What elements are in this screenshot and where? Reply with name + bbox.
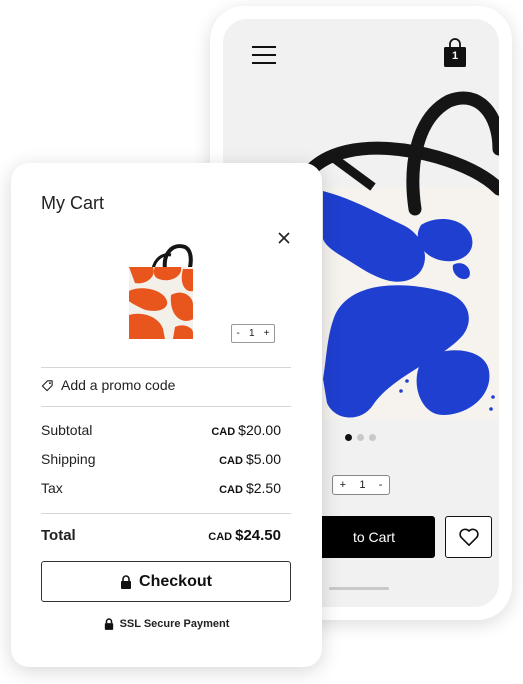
total-label: Total [41, 527, 76, 544]
amount: $2.50 [245, 480, 281, 496]
quantity-stepper: + 1 - [332, 475, 390, 495]
increment-button[interactable]: + [264, 328, 270, 339]
cart-title: My Cart [41, 193, 104, 213]
promo-code-label: Add a promo code [61, 377, 176, 393]
currency-code: CAD [219, 455, 243, 467]
secure-payment-note: SSL Secure Payment [11, 618, 322, 630]
row-label: Subtotal [41, 422, 93, 438]
increment-button[interactable]: + [340, 479, 346, 491]
subtotal-row: Subtotal CAD $20.00 [41, 422, 281, 438]
lock-icon [121, 574, 132, 589]
checkout-label: Checkout [139, 572, 212, 590]
item-quantity-stepper: - 1 + [231, 324, 275, 343]
secure-payment-label: SSL Secure Payment [119, 618, 230, 630]
tag-icon [41, 379, 53, 391]
divider [41, 406, 291, 407]
wishlist-button[interactable] [445, 516, 492, 558]
checkout-button[interactable]: Checkout [41, 561, 291, 602]
gallery-dot[interactable] [357, 434, 364, 441]
row-label: Shipping [41, 451, 96, 467]
promo-code-link[interactable]: Add a promo code [41, 377, 175, 393]
cart-count-badge: 1 [451, 50, 459, 62]
total-row: Total CAD $24.50 [41, 527, 281, 544]
home-indicator [329, 587, 389, 590]
menu-icon[interactable] [252, 46, 276, 66]
quantity-value[interactable]: 1 [359, 479, 365, 491]
row-label: Tax [41, 480, 63, 496]
amount: $20.00 [238, 422, 281, 438]
shipping-row: Shipping CAD $5.00 [41, 451, 281, 467]
currency-code: CAD [219, 484, 243, 496]
gallery-dot[interactable] [345, 434, 352, 441]
total-value: CAD $24.50 [208, 527, 281, 544]
row-value: CAD $2.50 [219, 480, 281, 496]
amount: $5.00 [245, 451, 281, 467]
divider [41, 513, 291, 514]
currency-code: CAD [211, 426, 236, 438]
amount: $24.50 [235, 527, 281, 544]
lock-icon [104, 618, 113, 630]
tax-row: Tax CAD $2.50 [41, 480, 281, 496]
cart-panel: My Cart - 1 + Add a promo code Subtotal … [11, 163, 322, 667]
row-value: CAD $20.00 [211, 422, 281, 438]
decrement-button[interactable]: - [237, 328, 240, 339]
heart-icon [458, 528, 479, 546]
shopping-bag-icon[interactable]: 1 [443, 38, 467, 68]
quantity-value[interactable]: 1 [249, 328, 255, 339]
row-value: CAD $5.00 [219, 451, 281, 467]
gallery-dots [345, 434, 376, 441]
divider [41, 367, 291, 368]
close-icon[interactable] [276, 230, 292, 246]
cart-item-image [129, 244, 193, 339]
gallery-dot[interactable] [369, 434, 376, 441]
currency-code: CAD [208, 531, 233, 543]
decrement-button[interactable]: - [379, 479, 383, 491]
